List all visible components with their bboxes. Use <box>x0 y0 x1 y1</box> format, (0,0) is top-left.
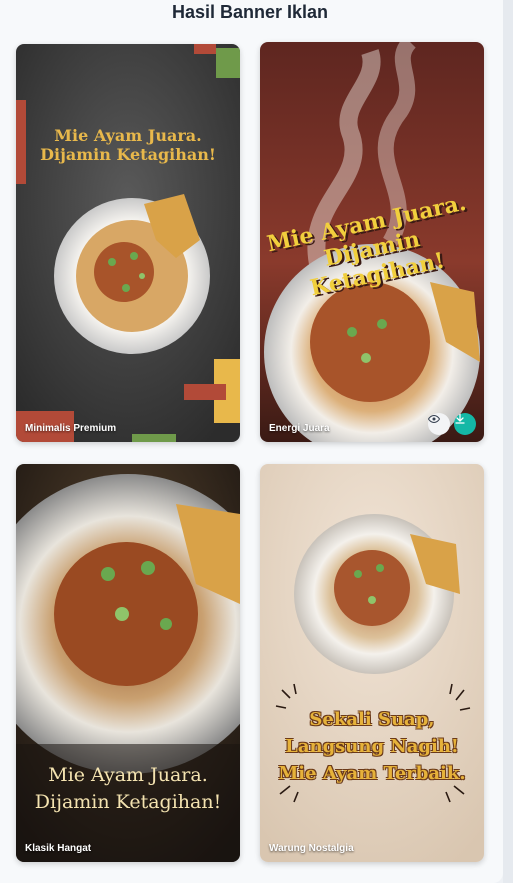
banner-headline-line3: Mie Ayam Terbaik. <box>278 763 466 784</box>
banner-style-label: Minimalis Premium <box>25 423 117 434</box>
banner-style-label: Klasik Hangat <box>25 843 92 854</box>
banner-artwork <box>16 44 240 442</box>
banner-headline-line1: Mie Ayam Juara. <box>48 764 208 786</box>
download-icon <box>455 413 465 424</box>
banner-artwork <box>260 464 484 862</box>
banner-card-klasik-hangat[interactable]: Mie Ayam Juara. Dijamin Ketagihan! Klasi… <box>16 464 240 862</box>
banner-card-energi-juara[interactable]: Mie Ayam Juara. Dijamin Ketagihan! Energ… <box>260 42 484 442</box>
banner-style-label: Energi Juara <box>269 423 330 434</box>
banner-headline-line2: Dijamin Ketagihan! <box>34 791 222 813</box>
download-button[interactable] <box>454 413 476 435</box>
eye-icon <box>428 414 440 424</box>
banner-card-warung-nostalgia[interactable]: Sekali Suap, Langsung Nagih! Mie Ayam Te… <box>260 464 484 862</box>
banner-card-minimalis-premium[interactable]: Mie Ayam Juara. Dijamin Ketagihan! Minim… <box>16 44 240 442</box>
banner-headline-line2: Langsung Nagih! <box>285 736 459 757</box>
preview-button[interactable] <box>428 413 450 435</box>
scrollbar-track[interactable] <box>503 0 513 883</box>
banner-style-label: Warung Nostalgia <box>269 843 354 854</box>
banner-headline-line1: Sekali Suap, <box>309 709 435 730</box>
banner-headline-line1: Mie Ayam Juara. <box>54 126 202 145</box>
banner-headline-line2: Dijamin Ketagihan! <box>40 145 216 164</box>
page-title: Hasil Banner Iklan <box>171 2 329 22</box>
